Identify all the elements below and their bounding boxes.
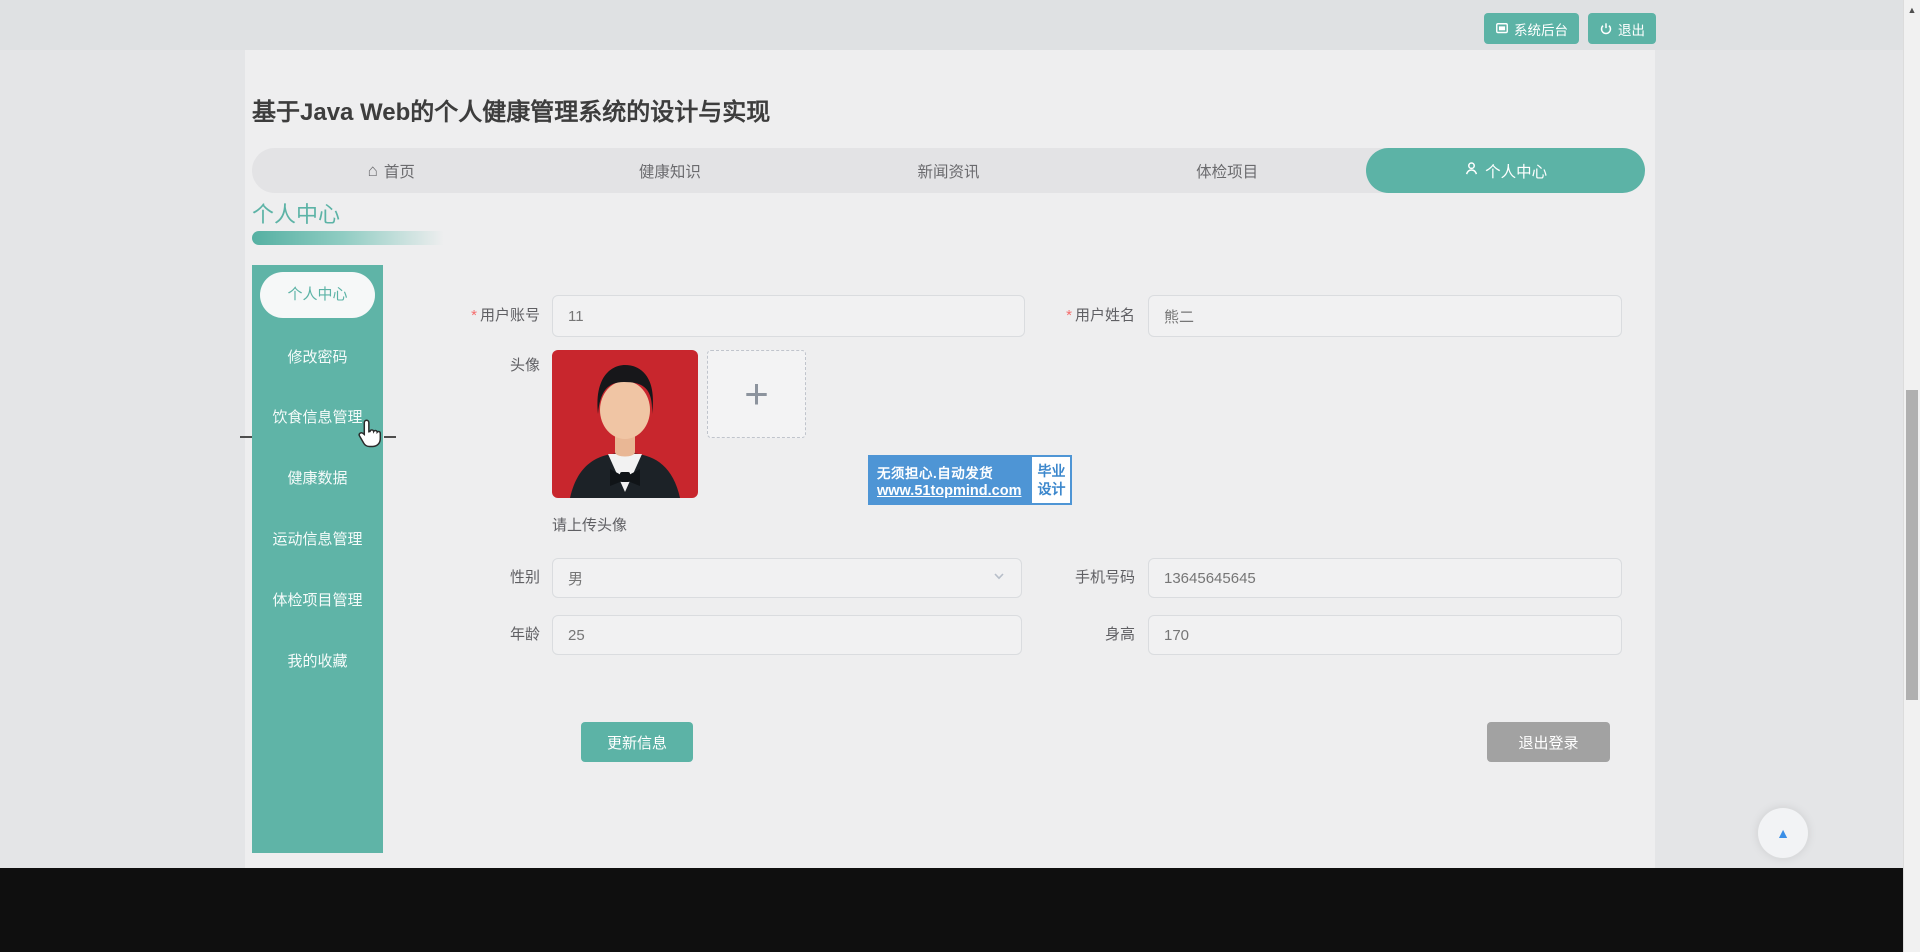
section-accent-bar (252, 231, 452, 245)
page-title: 基于Java Web的个人健康管理系统的设计与实现 (252, 92, 770, 127)
tab-health-knowledge[interactable]: 健康知识 (531, 148, 810, 193)
watermark-url: www.51topmind.com (877, 483, 1021, 499)
watermark-tag: 毕业 设计 (1030, 455, 1072, 505)
logout-button[interactable]: 退出登录 (1487, 722, 1610, 762)
sidebar-item-personal-center[interactable]: 个人中心 (260, 272, 375, 318)
backend-icon (1495, 22, 1509, 36)
home-icon: ⌂ (368, 162, 378, 179)
sidebar-item-my-favorites[interactable]: 我的收藏 (252, 649, 383, 675)
backend-label: 系统后台 (1514, 19, 1568, 39)
watermark-tag-line1: 毕业 (1037, 462, 1065, 480)
top-bar: 系统后台 退出 (0, 0, 1920, 50)
account-required-marker: * (471, 307, 477, 324)
tab-news-label: 新闻资讯 (917, 160, 979, 182)
plus-icon: + (744, 373, 769, 415)
height-input[interactable] (1148, 615, 1622, 655)
sidebar-item-diet-info[interactable]: 饮食信息管理 (252, 405, 383, 431)
tab-home-label: 首页 (384, 160, 415, 182)
scrollbar-thumb[interactable] (1906, 390, 1918, 700)
name-label: *用户姓名 (1005, 295, 1135, 337)
gender-label: 性别 (400, 558, 540, 598)
system-backend-button[interactable]: 系统后台 (1484, 13, 1579, 44)
tab-personal-center-label: 个人中心 (1485, 160, 1547, 182)
age-input[interactable] (552, 615, 1022, 655)
tab-news[interactable]: 新闻资讯 (809, 148, 1088, 193)
tab-personal-center[interactable]: 个人中心 (1366, 148, 1645, 193)
avatar-upload-box[interactable]: + (707, 350, 806, 438)
right-tick-mark (384, 436, 396, 438)
age-label: 年龄 (400, 615, 540, 655)
watermark-tag-line2: 设计 (1037, 480, 1065, 498)
power-icon (1599, 22, 1613, 36)
height-label: 身高 (1005, 615, 1135, 655)
phone-label: 手机号码 (1005, 558, 1135, 598)
update-info-button[interactable]: 更新信息 (581, 722, 693, 762)
watermark-line1: 无须担心.自动发货 (877, 462, 1021, 482)
section-title: 个人中心 (252, 197, 340, 229)
page: 系统后台 退出 基于Java Web的个人健康管理系统的设计与实现 ⌂ 首页 健… (0, 0, 1920, 952)
back-to-top-button[interactable]: ▲ (1758, 808, 1808, 858)
watermark-text: 无须担心.自动发货 www.51topmind.com (868, 455, 1030, 505)
up-arrow-icon: ▲ (1776, 825, 1790, 841)
avatar-label: 头像 (400, 354, 540, 375)
scrollbar-up-arrow[interactable]: ▲ (1904, 1, 1920, 18)
chevron-down-icon (992, 569, 1006, 587)
watermark-ad[interactable]: 无须担心.自动发货 www.51topmind.com 毕业 设计 (868, 455, 1072, 505)
gender-select[interactable]: 男 (552, 558, 1022, 598)
sidebar: 个人中心 修改密码 饮食信息管理 健康数据 运动信息管理 体检项目管理 我的收藏 (252, 265, 383, 853)
user-icon (1464, 161, 1479, 181)
account-input[interactable] (552, 295, 1025, 337)
vertical-scrollbar: ▲ (1903, 0, 1920, 952)
sidebar-item-change-password[interactable]: 修改密码 (252, 345, 383, 371)
top-logout-button[interactable]: 退出 (1588, 13, 1656, 44)
tab-home[interactable]: ⌂ 首页 (252, 148, 531, 193)
top-logout-label: 退出 (1618, 19, 1645, 39)
avatar-image[interactable] (552, 350, 698, 498)
name-required-marker: * (1066, 307, 1072, 324)
name-input[interactable] (1148, 295, 1622, 337)
main-nav: ⌂ 首页 健康知识 新闻资讯 体检项目 个人中心 (252, 148, 1645, 193)
tab-health-knowledge-label: 健康知识 (639, 160, 701, 182)
account-label: *用户账号 (400, 295, 540, 337)
gender-value: 男 (568, 568, 583, 589)
phone-input[interactable] (1148, 558, 1622, 598)
sidebar-item-checkup-management[interactable]: 体检项目管理 (252, 588, 383, 614)
tab-checkup-items-label: 体检项目 (1196, 160, 1258, 182)
left-tick-mark (240, 436, 252, 438)
sidebar-item-health-data[interactable]: 健康数据 (252, 466, 383, 492)
tab-checkup-items[interactable]: 体检项目 (1088, 148, 1367, 193)
page-footer (0, 868, 1920, 952)
avatar-hint: 请上传头像 (552, 514, 627, 535)
sidebar-item-exercise-info[interactable]: 运动信息管理 (252, 527, 383, 553)
